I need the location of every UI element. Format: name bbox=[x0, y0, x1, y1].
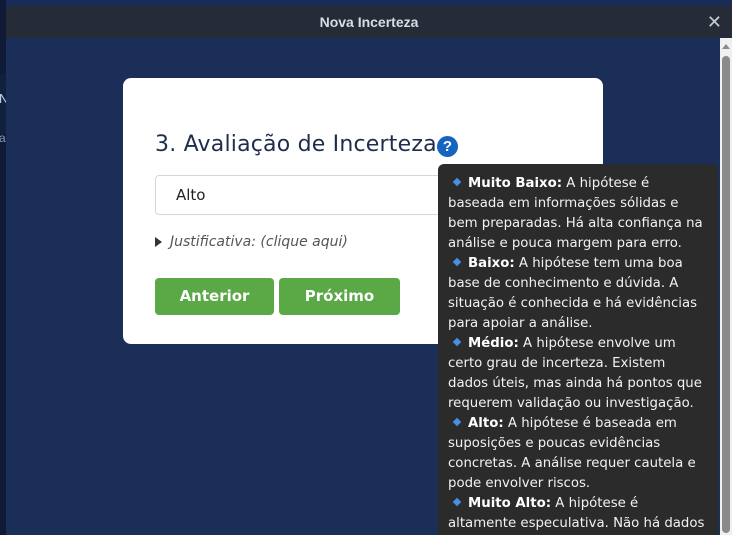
justification-toggle[interactable]: Justificativa: (clique aqui) bbox=[155, 234, 348, 250]
window-title: Nova Incerteza bbox=[319, 14, 419, 30]
close-icon[interactable]: ✕ bbox=[707, 12, 722, 32]
tooltip-term: Alto: bbox=[468, 416, 504, 431]
previous-button[interactable]: Anterior bbox=[155, 278, 274, 315]
caret-right-icon bbox=[155, 237, 162, 247]
scrollbar[interactable] bbox=[720, 38, 732, 535]
diamond-bullet-icon bbox=[452, 177, 462, 187]
help-icon[interactable]: ? bbox=[437, 136, 458, 157]
scroll-up-arrow-icon[interactable] bbox=[722, 44, 730, 49]
tooltip-term: Muito Alto: bbox=[468, 496, 552, 511]
next-button[interactable]: Próximo bbox=[279, 278, 400, 315]
tooltip-item: Muito Alto: A hipótese é altamente espec… bbox=[448, 494, 708, 535]
tooltip-item: Médio: A hipótese envolve um certo grau … bbox=[448, 334, 708, 414]
diamond-bullet-icon bbox=[452, 257, 462, 267]
diamond-bullet-icon bbox=[452, 497, 462, 507]
help-tooltip: Muito Baixo: A hipótese é baseada em inf… bbox=[438, 164, 718, 535]
tooltip-term: Muito Baixo: bbox=[468, 176, 563, 191]
tooltip-term: Baixo: bbox=[468, 256, 515, 271]
diamond-bullet-icon bbox=[452, 337, 462, 347]
tooltip-item: Baixo: A hipótese tem uma boa base de co… bbox=[448, 254, 708, 334]
diamond-bullet-icon bbox=[452, 417, 462, 427]
tooltip-item: Muito Baixo: A hipótese é baseada em inf… bbox=[448, 174, 708, 254]
tooltip-item: Alto: A hipótese é baseada em suposições… bbox=[448, 414, 708, 494]
justification-label: Justificativa: (clique aqui) bbox=[170, 234, 348, 250]
scrollbar-thumb[interactable] bbox=[722, 56, 730, 533]
background-text-fragment: a bbox=[0, 131, 6, 145]
tooltip-term: Médio: bbox=[468, 336, 519, 351]
window-titlebar: Nova Incerteza ✕ bbox=[6, 6, 732, 38]
page-title: 3. Avaliação de Incerteza bbox=[155, 132, 437, 157]
